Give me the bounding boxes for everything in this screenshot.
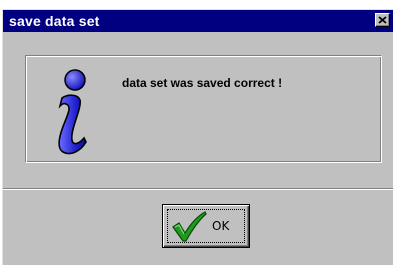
ok-button-label: OK — [212, 219, 230, 233]
title-bar[interactable]: save data set — [3, 10, 393, 32]
message-panel: data set was saved correct ! — [25, 55, 382, 163]
close-button[interactable] — [375, 13, 390, 27]
info-icon — [58, 69, 87, 155]
window-title: save data set — [9, 13, 100, 29]
checkmark-icon — [172, 211, 207, 242]
message-text: data set was saved correct ! — [122, 76, 283, 90]
separator — [3, 188, 393, 190]
ok-button[interactable]: OK — [162, 204, 250, 248]
save-data-set-dialog: save data set data set was saved correct… — [2, 9, 393, 265]
close-icon — [378, 16, 387, 24]
